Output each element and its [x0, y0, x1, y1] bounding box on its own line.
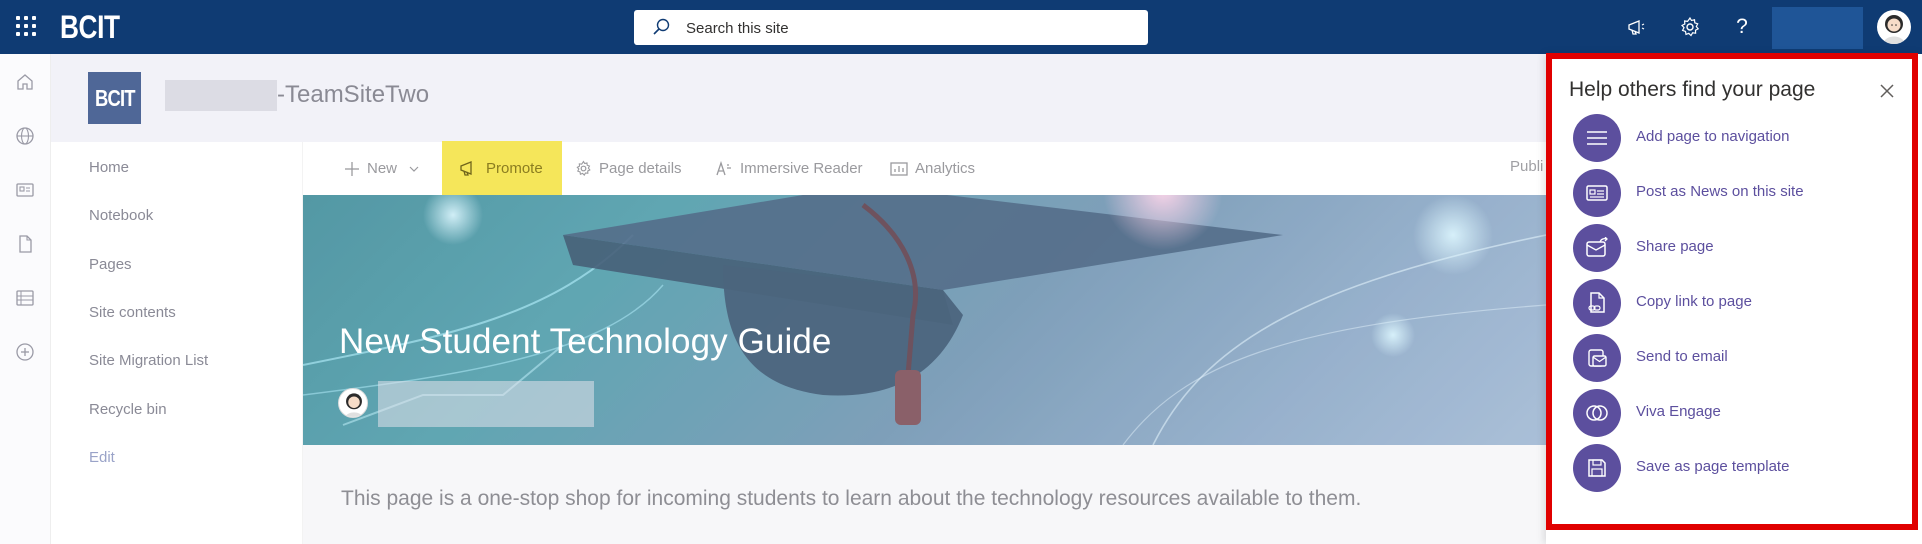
- hero-banner: New Student Technology Guide: [303, 195, 1546, 445]
- viva-engage-button[interactable]: Viva Engage: [1573, 389, 1893, 439]
- page-details-button[interactable]: Page details: [575, 142, 682, 195]
- suite-bar: BCIT Search this site ?: [0, 0, 1922, 54]
- nav-item-home[interactable]: Home: [89, 159, 129, 176]
- account-redacted: [1772, 7, 1863, 49]
- panel-title: Help others find your page: [1569, 78, 1816, 101]
- nav-item-notebook[interactable]: Notebook: [89, 207, 153, 224]
- app-launcher-icon[interactable]: [14, 14, 38, 38]
- immersive-reader-button[interactable]: Immersive Reader: [715, 142, 863, 195]
- promote-button[interactable]: Promote: [442, 141, 562, 195]
- news-icon: [1573, 169, 1621, 217]
- navigation-icon: [1573, 114, 1621, 162]
- nav-item-recycle-bin[interactable]: Recycle bin: [89, 401, 167, 418]
- list-icon[interactable]: [13, 286, 37, 310]
- send-to-email-button[interactable]: Send to email: [1573, 334, 1893, 384]
- close-icon[interactable]: [1877, 81, 1897, 101]
- app-bar: [0, 54, 51, 544]
- site-title-redacted: [165, 80, 277, 111]
- site-logo[interactable]: BCIT: [88, 72, 141, 124]
- share-icon: [1573, 224, 1621, 272]
- search-input[interactable]: Search this site: [634, 10, 1148, 45]
- globe-icon[interactable]: [13, 124, 37, 148]
- copy-link-button[interactable]: Copy link to page: [1573, 279, 1893, 329]
- megaphone-icon[interactable]: [1623, 13, 1651, 41]
- author-avatar[interactable]: [338, 388, 368, 418]
- home-icon[interactable]: [13, 70, 37, 94]
- save-icon: [1573, 444, 1621, 492]
- nav-item-site-contents[interactable]: Site contents: [89, 304, 176, 321]
- share-page-button[interactable]: Share page: [1573, 224, 1893, 274]
- add-circle-icon[interactable]: [13, 340, 37, 364]
- gear-icon: [576, 160, 591, 176]
- author-name-redacted: [378, 381, 594, 427]
- search-icon: [653, 18, 670, 35]
- save-as-page-template-button[interactable]: Save as page template: [1573, 444, 1893, 494]
- nav-item-pages[interactable]: Pages: [89, 256, 132, 273]
- left-navigation: [51, 142, 303, 544]
- search-placeholder: Search this site: [686, 20, 789, 37]
- file-icon[interactable]: [13, 232, 37, 256]
- plus-icon: [345, 161, 359, 176]
- gear-icon[interactable]: [1676, 13, 1704, 41]
- viva-engage-icon: [1573, 389, 1621, 437]
- nav-edit-link[interactable]: Edit: [89, 449, 115, 466]
- post-as-news-button[interactable]: Post as News on this site: [1573, 169, 1893, 219]
- immersive-reader-icon: [716, 160, 731, 175]
- news-icon[interactable]: [13, 178, 37, 202]
- analytics-icon: [890, 161, 908, 176]
- page-content: This page is a one-stop shop for incomin…: [303, 445, 1546, 544]
- copy-link-icon: [1573, 279, 1621, 327]
- brand-logo[interactable]: BCIT: [60, 8, 120, 46]
- new-button[interactable]: New: [344, 142, 426, 195]
- site-title[interactable]: -TeamSiteTwo: [277, 80, 429, 110]
- add-page-to-navigation-button[interactable]: Add page to navigation: [1573, 114, 1893, 164]
- analytics-button[interactable]: Analytics: [890, 142, 975, 195]
- page-title: New Student Technology Guide: [339, 322, 832, 361]
- help-icon[interactable]: ?: [1728, 13, 1756, 41]
- intro-text: This page is a one-stop shop for incomin…: [341, 487, 1362, 510]
- avatar[interactable]: [1877, 10, 1911, 44]
- megaphone-icon: [460, 161, 472, 176]
- chevron-down-icon: [409, 166, 419, 172]
- publish-button[interactable]: Publi: [1510, 158, 1543, 175]
- email-icon: [1573, 334, 1621, 382]
- nav-item-site-migration-list[interactable]: Site Migration List: [89, 352, 208, 369]
